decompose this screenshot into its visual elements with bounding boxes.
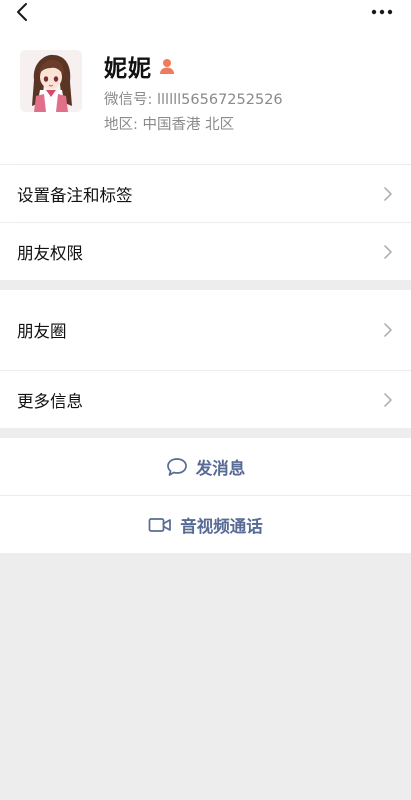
- video-call-button[interactable]: 音视频通话: [0, 496, 411, 553]
- remark-tags-row[interactable]: 设置备注和标签: [0, 165, 411, 222]
- female-user-icon: [160, 59, 174, 74]
- back-button[interactable]: [10, 0, 34, 24]
- row-label: 朋友圈: [17, 322, 67, 341]
- chevron-right-icon: [384, 244, 392, 259]
- chevron-right-icon: [384, 323, 392, 337]
- chevron-right-icon: [384, 186, 392, 201]
- row-label: 朋友权限: [17, 243, 83, 263]
- chevron-right-icon: [384, 392, 392, 407]
- video-camera-icon: [148, 517, 172, 532]
- send-message-button[interactable]: 发消息: [0, 438, 411, 495]
- moments-row[interactable]: 朋友圈: [0, 290, 411, 370]
- row-label: 更多信息: [17, 391, 83, 411]
- top-nav-bar: [0, 0, 411, 26]
- name-row: 妮妮: [104, 50, 176, 82]
- more-info-row[interactable]: 更多信息: [0, 371, 411, 428]
- more-options-button[interactable]: [367, 0, 397, 24]
- wechat-id: 微信号: llllll56567252526: [104, 92, 283, 108]
- region: 地区: 中国香港 北区: [104, 117, 235, 133]
- chat-bubble-icon: [166, 457, 187, 476]
- friend-permissions-row[interactable]: 朋友权限: [0, 223, 411, 280]
- send-message-label: 发消息: [195, 458, 246, 478]
- video-call-content: 音视频通话: [148, 513, 263, 537]
- profile-header: 妮妮 微信号: llllll56567252526 地区: 中国香港 北区: [0, 26, 411, 164]
- chevron-left-icon: [17, 3, 27, 21]
- video-call-label: 音视频通话: [180, 516, 263, 536]
- more-dots-icon: [371, 9, 393, 15]
- avatar-image: [20, 50, 82, 112]
- avatar[interactable]: [20, 50, 82, 112]
- row-label: 设置备注和标签: [17, 185, 133, 205]
- contact-name: 妮妮: [104, 56, 152, 82]
- send-message-content: 发消息: [166, 455, 246, 479]
